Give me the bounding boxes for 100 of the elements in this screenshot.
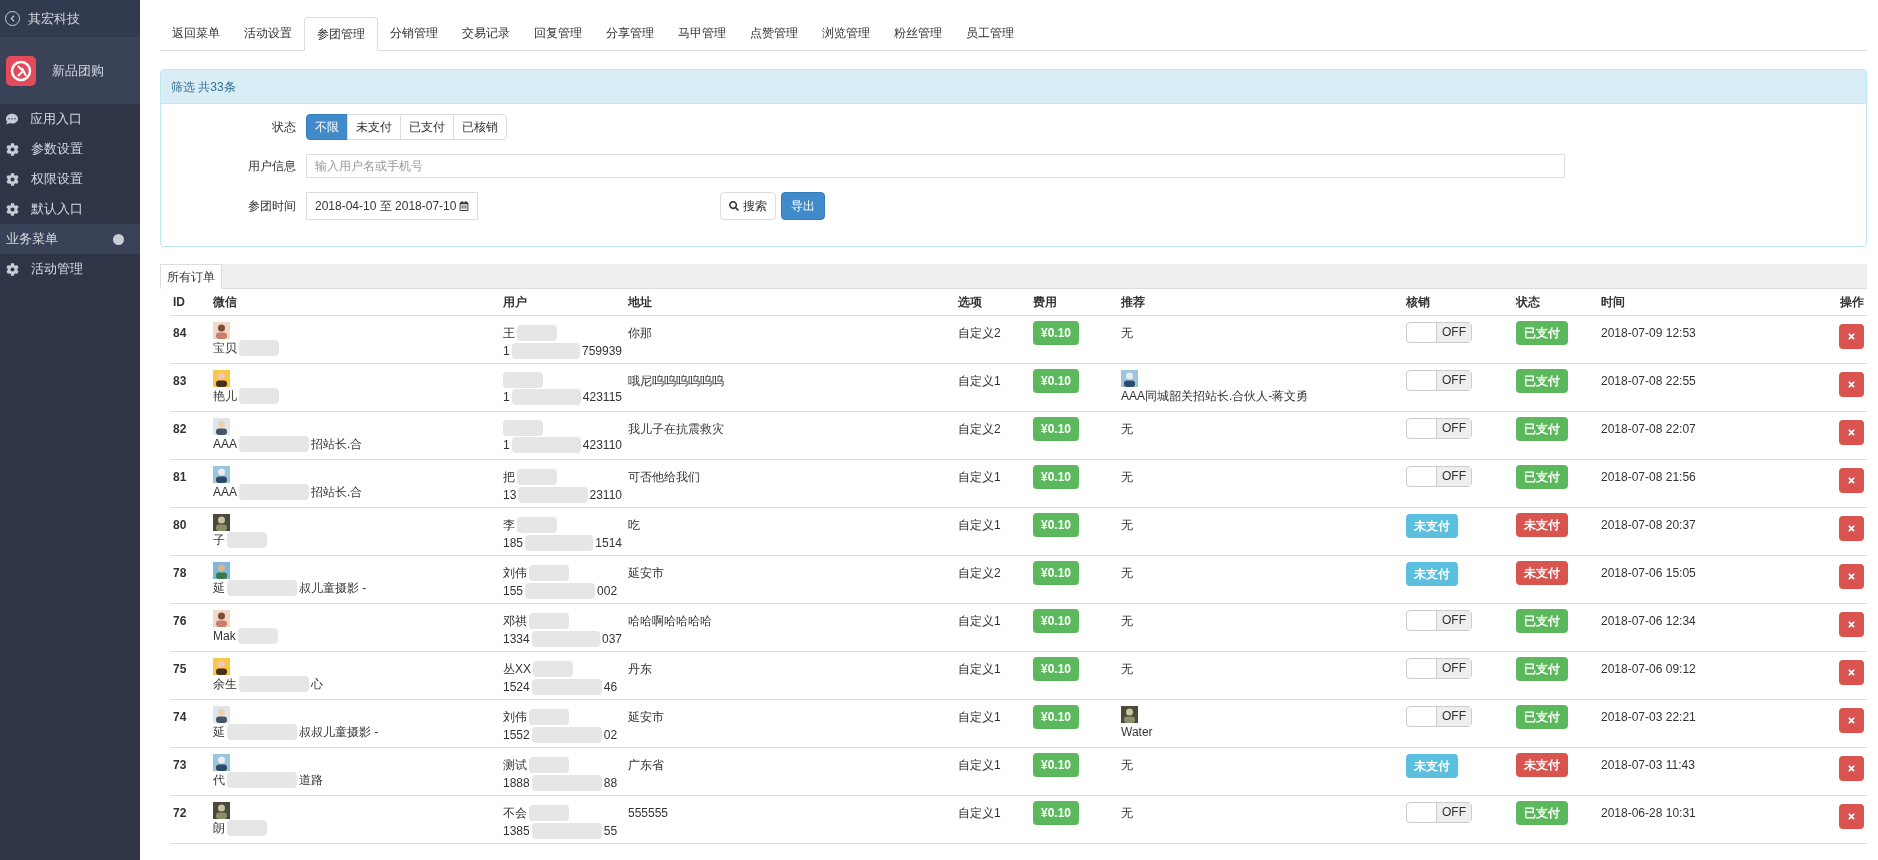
status-option[interactable]: 不限	[306, 114, 348, 140]
verify-toggle[interactable]: OFF	[1406, 705, 1472, 727]
cell-text: 1888	[503, 774, 530, 792]
delete-button[interactable]	[1839, 419, 1864, 445]
sidebar-item[interactable]: 应用入口	[0, 104, 140, 134]
verify-toggle[interactable]: OFF	[1406, 417, 1472, 439]
fee-label: ¥0.10	[1033, 512, 1080, 537]
verify-toggle[interactable]: OFF	[1406, 609, 1472, 631]
collapse-icon[interactable]	[113, 233, 124, 245]
status-option[interactable]: 未支付	[347, 114, 401, 140]
verify-toggle[interactable]: OFF	[1406, 801, 1472, 823]
orders-tab[interactable]: 所有订单	[160, 264, 222, 289]
date-range-field[interactable]: 2018-04-10 至 2018-07-10	[306, 192, 479, 220]
sidebar-item[interactable]: 权限设置	[0, 164, 140, 194]
close-icon	[1847, 571, 1856, 581]
tab[interactable]: 活动设置	[232, 16, 304, 50]
option-text: 自定义2	[958, 565, 1001, 580]
delete-button[interactable]	[1839, 563, 1864, 589]
referrer-text: 无	[1121, 516, 1134, 534]
cell-text: 02	[603, 726, 618, 744]
referrer-text: 无	[1121, 324, 1134, 342]
sidebar-item[interactable]: 参数设置	[0, 134, 140, 164]
status-option[interactable]: 已核销	[453, 114, 507, 140]
referrer-text: 无	[1121, 564, 1134, 582]
id-text: 80	[173, 517, 187, 532]
tab[interactable]: 回复管理	[522, 16, 594, 50]
time-text: 2018-07-03 22:21	[1601, 709, 1696, 724]
redaction-mark	[237, 627, 278, 644]
search-button[interactable]: 搜索	[720, 192, 777, 220]
panel-heading: 筛选 共33条	[161, 70, 1866, 104]
tab[interactable]: 马甲管理	[666, 16, 738, 50]
section-title: 业务菜单	[6, 230, 58, 249]
status-option[interactable]: 已支付	[400, 114, 454, 140]
option-text: 自定义1	[958, 469, 1001, 484]
id-text: 83	[173, 373, 187, 388]
tab[interactable]: 参团管理	[304, 17, 378, 51]
address-text: 可否他给我们	[628, 469, 700, 484]
cell-text: 余生	[213, 675, 237, 693]
option-text: 自定义2	[958, 421, 1001, 436]
referrer-text: 无	[1121, 804, 1134, 822]
status-label: 已支付	[1516, 320, 1568, 345]
tab[interactable]: 点赞管理	[738, 16, 810, 50]
verify-toggle[interactable]: OFF	[1406, 657, 1472, 679]
fee-label: ¥0.10	[1033, 752, 1080, 777]
status-label: 已支付	[1516, 656, 1568, 681]
tab[interactable]: 粉丝管理	[882, 16, 954, 50]
tab[interactable]: 返回菜单	[160, 16, 232, 50]
field-label: 参团时间	[247, 198, 297, 215]
address-text: 广东省	[628, 757, 664, 772]
sidebar-item[interactable]: 活动管理	[0, 254, 140, 284]
address-text: 哦尼呜呜呜呜呜呜	[628, 373, 724, 388]
cell-text: 1334	[503, 630, 530, 648]
redaction-mark	[227, 771, 297, 788]
redaction-mark	[239, 339, 279, 356]
delete-button[interactable]	[1839, 611, 1864, 637]
cell-text: AAA	[213, 483, 237, 501]
export-button[interactable]: 导出	[781, 192, 826, 220]
chat-icon	[6, 113, 18, 125]
option-text: 自定义2	[958, 325, 1001, 340]
time-text: 2018-07-08 21:56	[1601, 469, 1696, 484]
option-text: 自定义1	[958, 757, 1001, 772]
column-header: ID	[173, 294, 185, 309]
cell-text: AAA	[213, 435, 237, 453]
verify-label: 未支付	[1406, 561, 1458, 586]
referrer-name: Water	[1121, 724, 1153, 739]
verify-toggle[interactable]: OFF	[1406, 369, 1472, 391]
tab[interactable]: 交易记录	[450, 16, 522, 50]
fee-label: ¥0.10	[1033, 656, 1080, 681]
address-text: 我儿子在抗震救灾	[628, 421, 724, 436]
tab[interactable]: 分销管理	[378, 16, 450, 50]
cell-text: 1	[503, 436, 510, 454]
cell-text: 邓祺	[503, 612, 527, 630]
user-search-field[interactable]: 输入用户名或手机号	[306, 154, 1565, 178]
delete-button[interactable]	[1839, 467, 1864, 493]
sidebar-item[interactable]: 默认入口	[0, 194, 140, 224]
tab[interactable]: 浏览管理	[810, 16, 882, 50]
option-text: 自定义1	[958, 517, 1001, 532]
delete-button[interactable]	[1839, 755, 1864, 781]
delete-button[interactable]	[1839, 371, 1864, 397]
status-label: 已支付	[1516, 704, 1568, 729]
company-name: 其宏科技	[28, 9, 80, 28]
column-header: 状态	[1516, 294, 1540, 309]
verify-toggle[interactable]: OFF	[1406, 321, 1472, 343]
referrer-text: 无	[1121, 660, 1134, 678]
cell-text: 1552	[503, 726, 530, 744]
close-icon	[1847, 763, 1856, 773]
cell-text: 代	[213, 771, 225, 789]
verify-toggle[interactable]: OFF	[1406, 465, 1472, 487]
referrer-name: AAA同城韶关招站长.合伙人-蒋文勇	[1121, 388, 1309, 403]
tab[interactable]: 员工管理	[954, 16, 1026, 50]
delete-button[interactable]	[1839, 707, 1864, 733]
status-label: 已支付	[1516, 416, 1568, 441]
delete-button[interactable]	[1839, 515, 1864, 541]
referrer-text: 无	[1121, 420, 1134, 438]
delete-button[interactable]	[1839, 803, 1864, 829]
time-text: 2018-07-09 12:53	[1601, 325, 1696, 340]
tab[interactable]: 分享管理	[594, 16, 666, 50]
delete-button[interactable]	[1839, 659, 1864, 685]
option-text: 自定义1	[958, 373, 1001, 388]
delete-button[interactable]	[1839, 323, 1864, 349]
